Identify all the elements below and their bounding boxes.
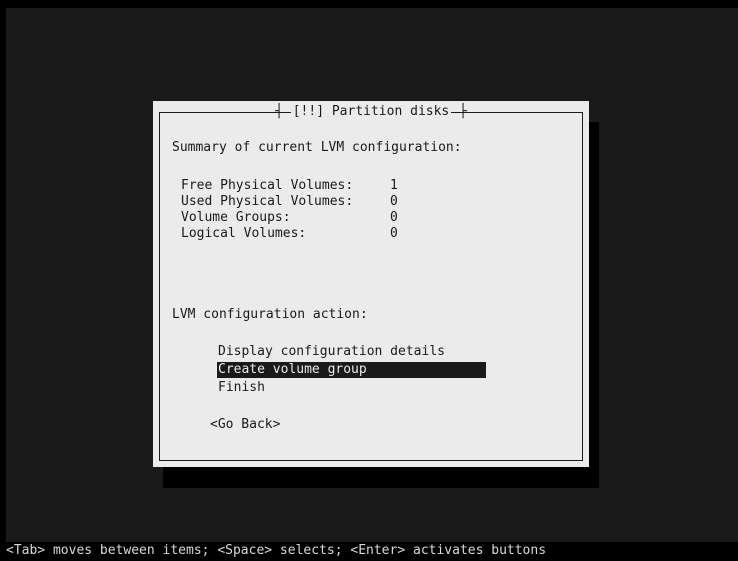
used-physical-volumes-label: Used Physical Volumes:	[181, 194, 354, 209]
summary-heading: Summary of current LVM configuration:	[172, 140, 462, 155]
dialog-frame: ┤ [!!] Partition disks ├	[159, 104, 583, 461]
free-physical-volumes-label: Free Physical Volumes:	[181, 178, 354, 193]
menu-item-create-volume-group[interactable]: Create volume group	[217, 362, 486, 378]
menu-item-display-configuration-details[interactable]: Display configuration details	[217, 344, 486, 360]
dialog-title-bar: ┤ [!!] Partition disks ├	[275, 104, 467, 119]
partition-disks-dialog: ┤ [!!] Partition disks ├ Summary of curr…	[153, 101, 589, 467]
logical-volumes-label: Logical Volumes:	[181, 226, 307, 241]
menu-item-finish[interactable]: Finish	[217, 380, 486, 396]
go-back-button[interactable]: <Go Back>	[210, 417, 280, 433]
action-heading: LVM configuration action:	[172, 307, 368, 322]
volume-groups-label: Volume Groups:	[181, 210, 291, 225]
help-bar: <Tab> moves between items; <Space> selec…	[6, 543, 547, 558]
logical-volumes-value: 0	[390, 226, 398, 241]
volume-groups-value: 0	[390, 210, 398, 225]
used-physical-volumes-value: 0	[390, 194, 398, 209]
dialog-title: [!!] Partition disks	[290, 104, 452, 119]
free-physical-volumes-value: 1	[390, 178, 398, 193]
